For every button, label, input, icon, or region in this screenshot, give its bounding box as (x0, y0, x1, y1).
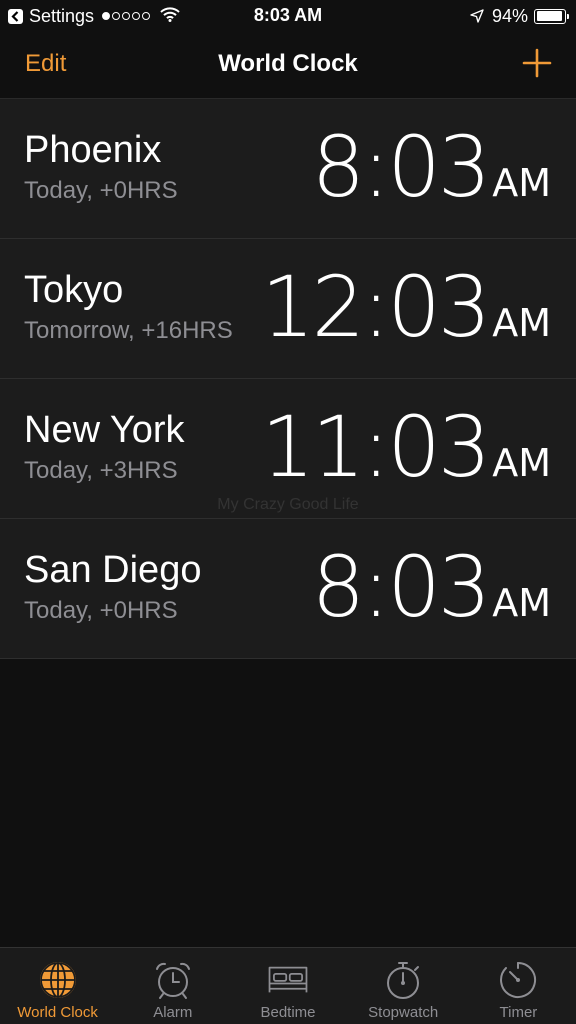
page-title: World Clock (218, 50, 358, 77)
time-am-pm: AM (492, 161, 551, 205)
status-bar: Settings 8:03 AM 94% (0, 0, 576, 32)
local-time: 12:03 AM (261, 261, 551, 353)
tab-bedtime[interactable]: Bedtime (230, 948, 345, 1024)
tab-alarm[interactable]: Alarm (115, 948, 230, 1024)
time-offset: Today, +3HRS (24, 457, 178, 484)
local-time: 8:03 AM (312, 121, 551, 213)
plus-icon (522, 48, 552, 78)
tab-label: Alarm (153, 1004, 193, 1021)
tab-label: Bedtime (260, 1004, 316, 1021)
location-arrow-icon (470, 9, 484, 23)
battery-icon (534, 8, 569, 24)
city-name: Tokyo (24, 269, 124, 311)
tab-bar: World Clock Alarm Bedtime Stopwatch Time… (0, 947, 576, 1024)
city-name: San Diego (24, 549, 202, 591)
city-name: New York (24, 409, 185, 451)
tab-stopwatch[interactable]: Stopwatch (346, 948, 461, 1024)
clock-row-phoenix[interactable]: Phoenix Today, +0HRS 8:03 AM (0, 99, 576, 239)
timer-icon (496, 958, 540, 1002)
navigation-bar: Edit World Clock (0, 32, 576, 99)
time-value: 8:03 (311, 538, 492, 636)
tab-world-clock[interactable]: World Clock (0, 948, 115, 1024)
stopwatch-icon (381, 958, 425, 1002)
clock-row-san-diego[interactable]: San Diego Today, +0HRS 8:03 AM (0, 519, 576, 659)
local-time: 11:03 AM (261, 401, 551, 493)
alarm-clock-icon (151, 958, 195, 1002)
time-value: 12:03 (261, 258, 491, 356)
clock-row-tokyo[interactable]: Tokyo Tomorrow, +16HRS 12:03 AM (0, 239, 576, 379)
tab-label: Stopwatch (368, 1004, 439, 1021)
time-offset: Today, +0HRS (24, 597, 178, 624)
city-name: Phoenix (24, 129, 162, 171)
time-am-pm: AM (492, 581, 551, 625)
tab-label: World Clock (17, 1004, 98, 1021)
time-am-pm: AM (492, 441, 551, 485)
tab-label: Timer (499, 1004, 538, 1021)
local-time: 8:03 AM (312, 541, 551, 633)
battery-percent: 94% (491, 5, 528, 26)
time-offset: Tomorrow, +16HRS (24, 317, 233, 344)
time-value: 11:03 (261, 398, 491, 496)
bed-icon (266, 958, 310, 1002)
watermark: My Crazy Good Life (217, 496, 359, 513)
status-right: 94% (470, 5, 569, 27)
globe-icon (36, 958, 80, 1002)
time-value: 8:03 (311, 118, 492, 216)
time-am-pm: AM (492, 301, 551, 345)
time-offset: Today, +0HRS (24, 177, 178, 204)
add-clock-button[interactable] (520, 46, 554, 80)
tab-timer[interactable]: Timer (461, 948, 576, 1024)
world-clock-list: Phoenix Today, +0HRS 8:03 AM Tokyo Tomor… (0, 99, 576, 659)
